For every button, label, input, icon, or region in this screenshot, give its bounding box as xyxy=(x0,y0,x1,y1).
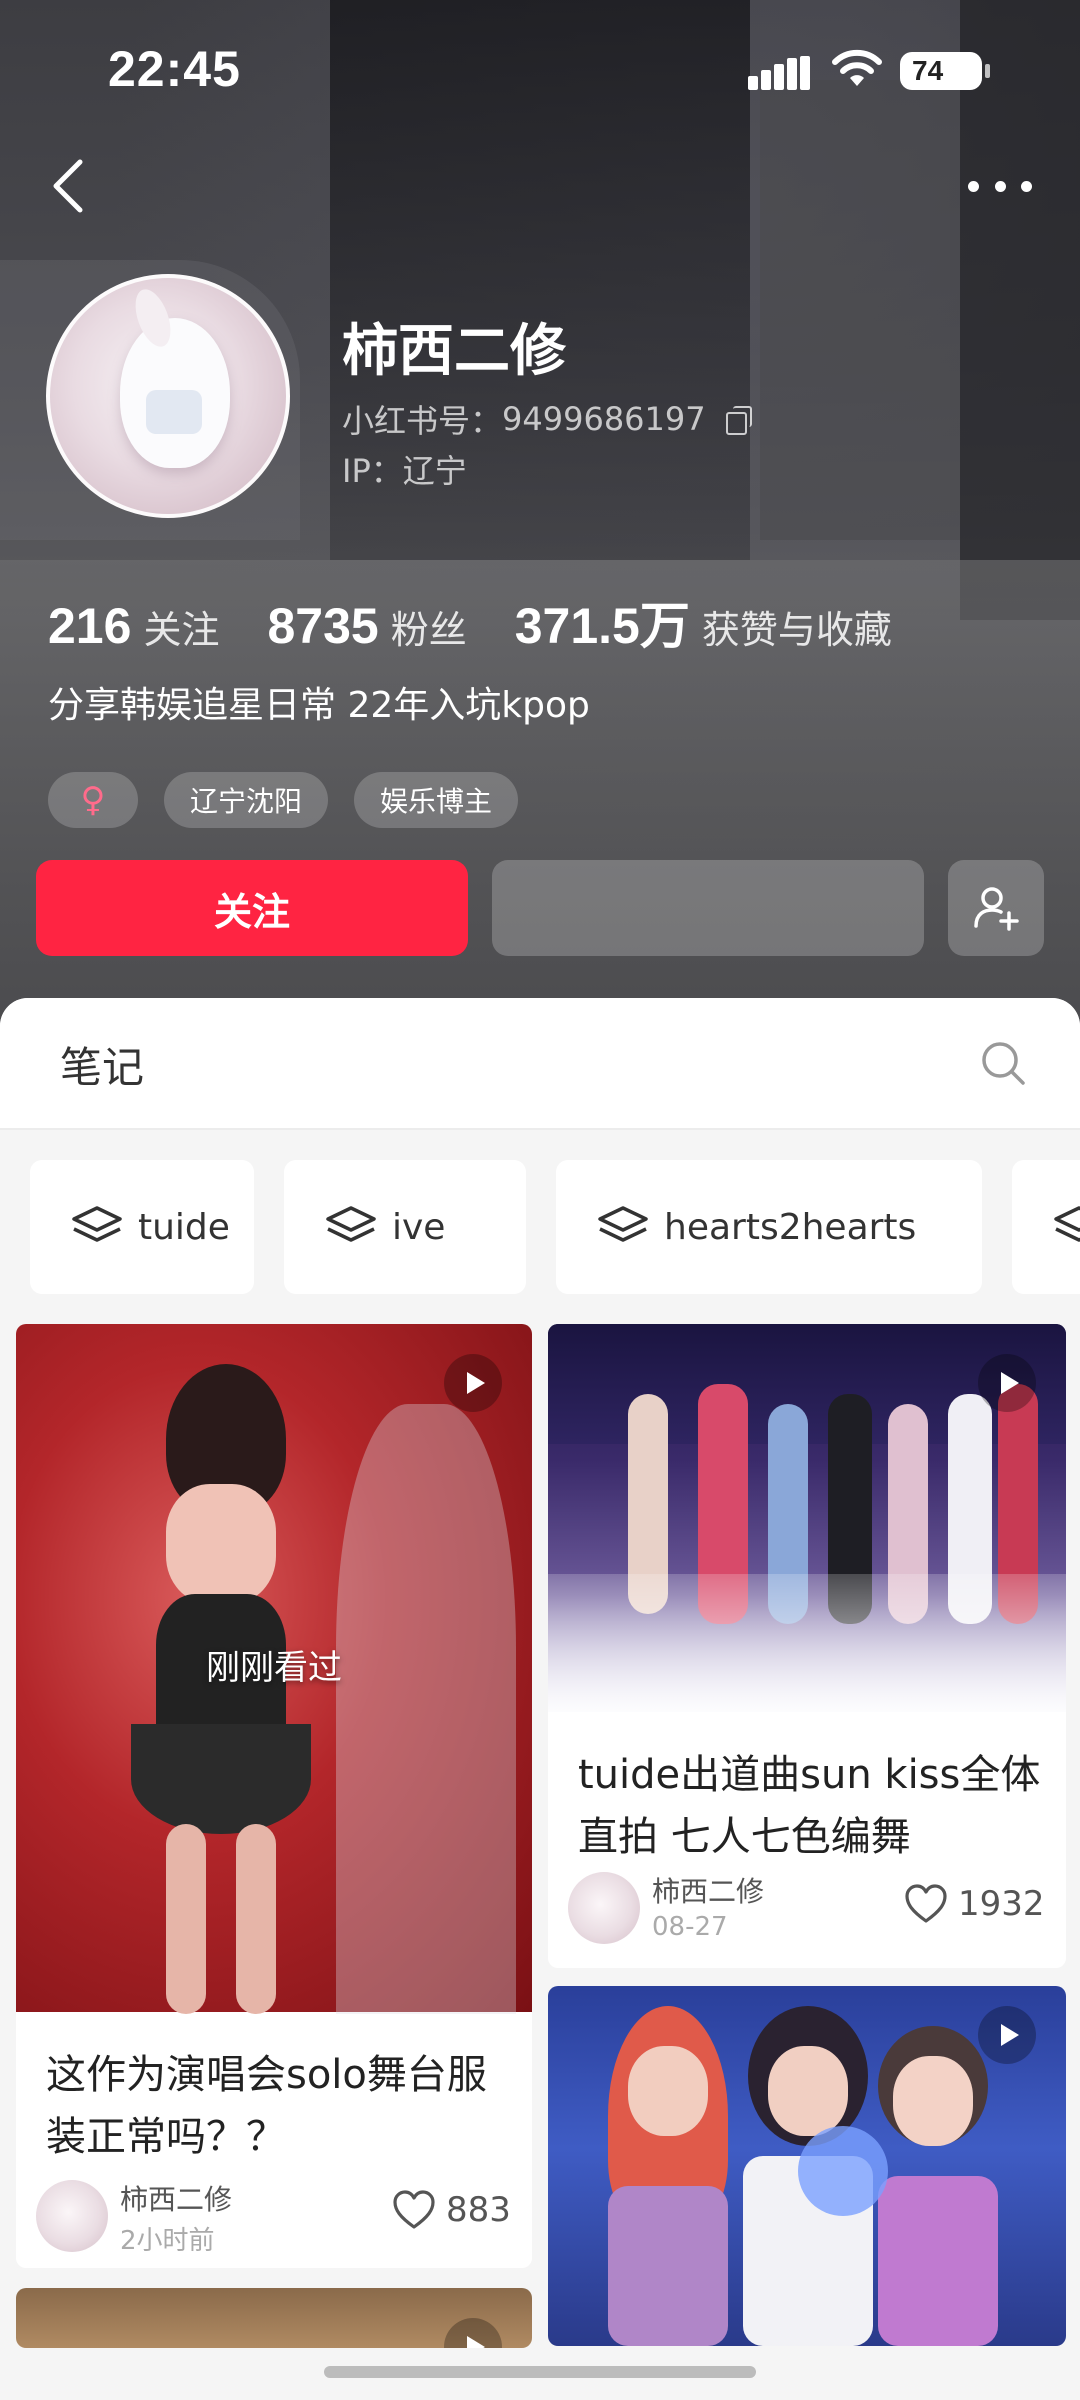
profile-tags: ♀ 辽宁沈阳 娱乐博主 xyxy=(48,772,519,828)
profile-bio: 分享韩娱追星日常 22年入坑kpop xyxy=(48,685,590,726)
location-tag: 辽宁沈阳 xyxy=(164,772,329,828)
heart-icon xyxy=(393,2190,435,2229)
likes-collects-count[interactable]: 371.5万 xyxy=(515,586,690,658)
red-id-label: 小红书号： xyxy=(342,402,503,440)
collection-ive[interactable]: ive xyxy=(284,1160,526,1294)
heart-icon xyxy=(905,1884,947,1923)
search-icon[interactable] xyxy=(978,1038,1028,1088)
note-card[interactable]: tuide出道曲sun kiss全体直拍 七人七色编舞 柿西二修 08-27 1… xyxy=(548,1324,1066,1968)
home-indicator[interactable] xyxy=(324,2366,756,2378)
signal-icon xyxy=(748,56,810,90)
wifi-icon xyxy=(832,49,882,86)
more-options-icon[interactable] xyxy=(968,176,1032,196)
note-time: 2小时前 xyxy=(120,2226,215,2256)
note-thumbnail xyxy=(548,1986,1066,2346)
battery-icon: 74 xyxy=(900,52,990,90)
add-user-icon xyxy=(974,887,1019,931)
like-count[interactable]: 883 xyxy=(392,2190,511,2230)
profile-stats: 216 关注 8735 粉丝 371.5万 获赞与收藏 xyxy=(48,586,940,658)
note-card[interactable] xyxy=(548,1986,1066,2346)
likes-collects-label[interactable]: 获赞与收藏 xyxy=(702,599,892,654)
following-label[interactable]: 关注 xyxy=(143,599,219,654)
tab-bar: 笔记 xyxy=(0,998,1080,1130)
video-play-icon xyxy=(978,2006,1036,2064)
video-play-icon xyxy=(978,1354,1036,1412)
category-tag: 娱乐博主 xyxy=(354,772,519,828)
collection-tuide[interactable]: tuide xyxy=(30,1160,254,1294)
add-friend-button[interactable] xyxy=(948,860,1044,956)
collection-label: hearts2hearts xyxy=(664,1206,917,1248)
author-avatar xyxy=(568,1872,640,1944)
battery-level: 74 xyxy=(912,55,944,86)
video-play-icon xyxy=(444,2318,502,2348)
like-count-value: 883 xyxy=(446,2190,511,2230)
ip-location: IP：辽宁 xyxy=(342,452,467,490)
recently-viewed-label: 刚刚看过 xyxy=(206,1648,342,1688)
collection-label: ive xyxy=(392,1206,446,1248)
like-count[interactable]: 1932 xyxy=(904,1884,1045,1924)
collection-label: tuide xyxy=(138,1206,230,1248)
followers-count[interactable]: 8735 xyxy=(267,597,378,655)
gender-tag: ♀ xyxy=(48,772,138,828)
note-thumbnail xyxy=(16,2288,532,2348)
avatar[interactable] xyxy=(46,274,290,518)
status-time: 22:45 xyxy=(108,41,241,97)
layers-icon xyxy=(598,1206,648,1242)
content-panel: 笔记 tuide ive hearts2hearts 刚刚看过 这作为演唱会so… xyxy=(0,998,1080,2400)
following-count[interactable]: 216 xyxy=(48,597,131,655)
message-button[interactable] xyxy=(492,860,924,956)
profile-name: 柿西二修 xyxy=(342,319,566,384)
video-play-icon xyxy=(444,1354,502,1412)
red-id: 小红书号： 9499686197 xyxy=(342,396,752,442)
note-title: tuide出道曲sun kiss全体直拍 七人七色编舞 xyxy=(578,1752,1041,1860)
layers-icon xyxy=(72,1206,122,1242)
like-count-value: 1932 xyxy=(958,1884,1045,1924)
collection-more[interactable] xyxy=(1012,1160,1080,1294)
tab-notes[interactable]: 笔记 xyxy=(60,1034,144,1095)
note-card[interactable]: 刚刚看过 这作为演唱会solo舞台服装正常吗？？ 柿西二修 2小时前 883 xyxy=(16,1324,532,2268)
followers-label[interactable]: 粉丝 xyxy=(391,599,467,654)
author-avatar xyxy=(36,2180,108,2252)
collections-row: tuide ive hearts2hearts xyxy=(0,1160,1080,1294)
copy-icon[interactable] xyxy=(725,406,752,435)
note-card[interactable] xyxy=(16,2288,532,2348)
note-title: 这作为演唱会solo舞台服装正常吗？？ xyxy=(46,2052,487,2160)
note-time: 08-27 xyxy=(652,1912,728,1942)
collection-hearts2hearts[interactable]: hearts2hearts xyxy=(556,1160,982,1294)
back-arrow-icon[interactable] xyxy=(46,156,90,216)
follow-button[interactable]: 关注 xyxy=(36,860,468,956)
author-name: 柿西二修 xyxy=(120,2183,233,2216)
red-id-value: 9499686197 xyxy=(502,400,706,438)
author-name: 柿西二修 xyxy=(652,1875,765,1908)
note-thumbnail: 刚刚看过 xyxy=(16,1324,532,2014)
layers-icon xyxy=(326,1206,376,1242)
note-thumbnail xyxy=(548,1324,1066,1714)
layers-icon xyxy=(1054,1206,1080,1242)
status-bar: 22:45 74 xyxy=(0,0,1080,140)
